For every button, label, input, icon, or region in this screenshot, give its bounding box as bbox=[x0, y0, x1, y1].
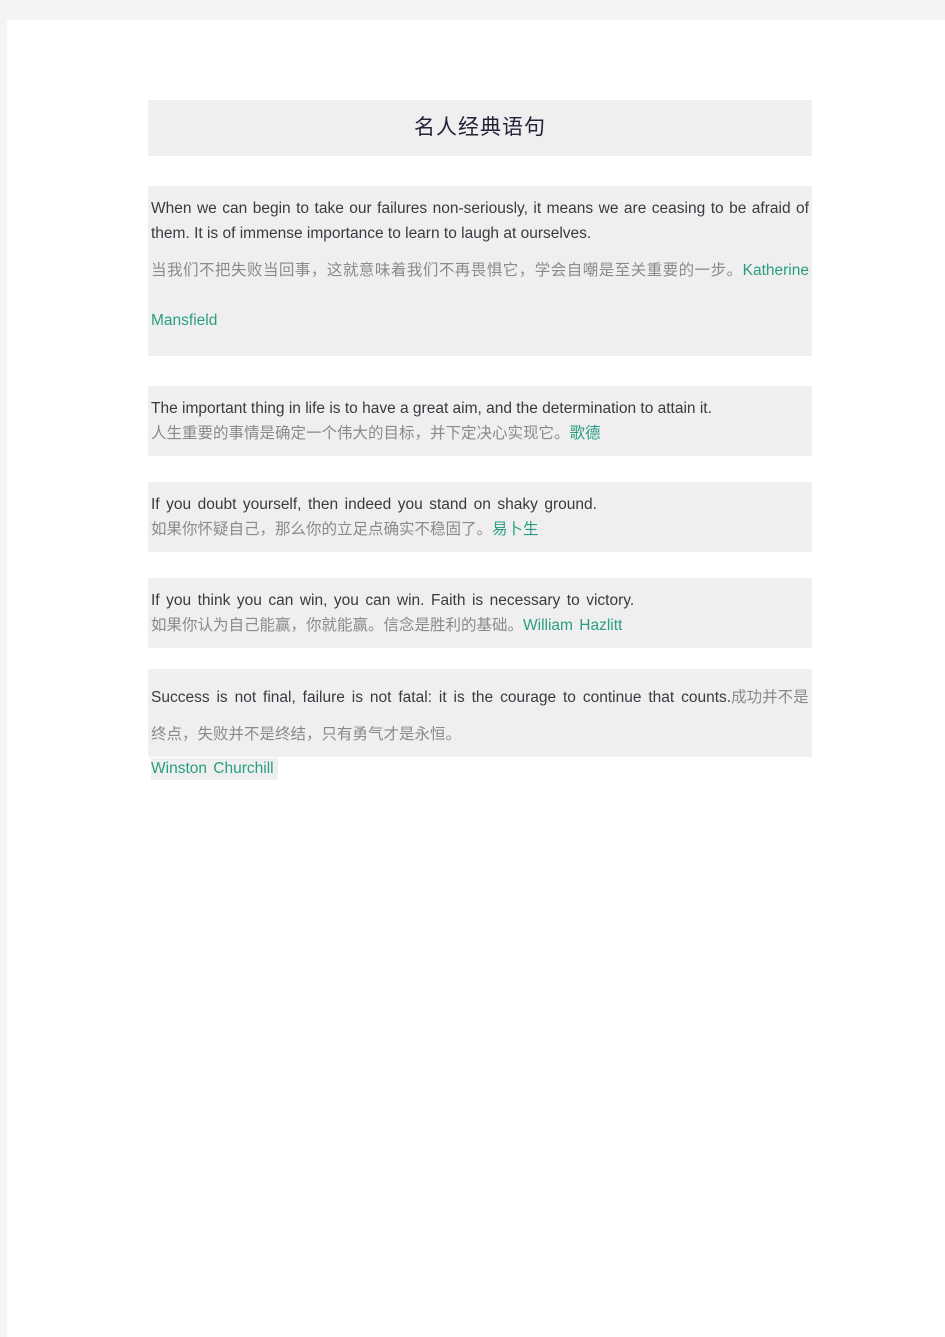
quote-author-line: Winston Churchill bbox=[148, 757, 812, 781]
quote-chinese-text: 如果你怀疑自己，那么你的立足点确实不稳固了。易卜生 bbox=[148, 517, 812, 542]
spacer bbox=[148, 156, 812, 187]
quote-block-1: When we can begin to take our failures n… bbox=[148, 186, 812, 357]
quote-english-text: The important thing in life is to have a… bbox=[151, 400, 712, 418]
page-sheet: 名人经典语句 When we can begin to take our fai… bbox=[7, 20, 945, 1337]
quote-english-text: If you think you can win, you can win. F… bbox=[151, 592, 635, 610]
quote-chinese-text: 如果你认为自己能赢，你就能赢。信念是胜利的基础。William Hazlitt bbox=[148, 613, 812, 638]
quote-chinese-body: 如果你怀疑自己，那么你的立足点确实不稳固了。 bbox=[151, 521, 493, 539]
quote-mixed-text: Success is not final, failure is not fat… bbox=[148, 679, 812, 753]
quote-chinese-text: 当我们不把失败当回事，这就意味着我们不再畏惧它，学会自嘲是至关重要的一步。Kat… bbox=[148, 246, 812, 346]
quote-chinese-text: 人生重要的事情是确定一个伟大的目标，并下定决心实现它。歌德 bbox=[148, 421, 812, 446]
spacer bbox=[148, 356, 812, 387]
page-title: 名人经典语句 bbox=[148, 100, 812, 157]
quote-block-5-body: Success is not final, failure is not fat… bbox=[148, 669, 812, 758]
quote-chinese-body: 当我们不把失败当回事，这就意味着我们不再畏惧它，学会自嘲是至关重要的一步。 bbox=[151, 262, 743, 280]
quote-block-5: Success is not final, failure is not fat… bbox=[148, 669, 812, 782]
spacer bbox=[148, 456, 812, 483]
quote-english-text: When we can begin to take our failures n… bbox=[151, 200, 809, 243]
quote-block-2: The important thing in life is to have a… bbox=[148, 386, 812, 457]
quote-author: 易卜生 bbox=[492, 521, 539, 539]
quote-block-4: If you think you can win, you can win. F… bbox=[148, 578, 812, 649]
quote-english-text: If you doubt yourself, then indeed you s… bbox=[151, 496, 597, 514]
quote-english-text: Success is not final, failure is not fat… bbox=[151, 689, 732, 707]
spacer bbox=[148, 552, 812, 579]
quote-chinese-body: 如果你认为自己能赢，你就能赢。信念是胜利的基础。 bbox=[151, 617, 524, 635]
spacer bbox=[148, 648, 812, 670]
quote-author: Winston Churchill bbox=[151, 758, 278, 781]
quote-block-3: If you doubt yourself, then indeed you s… bbox=[148, 482, 812, 553]
document-body: 名人经典语句 When we can begin to take our fai… bbox=[148, 100, 812, 782]
quote-author: William Hazlitt bbox=[523, 617, 623, 635]
quote-author: 歌德 bbox=[569, 425, 601, 443]
quote-chinese-body: 人生重要的事情是确定一个伟大的目标，并下定决心实现它。 bbox=[151, 425, 570, 443]
